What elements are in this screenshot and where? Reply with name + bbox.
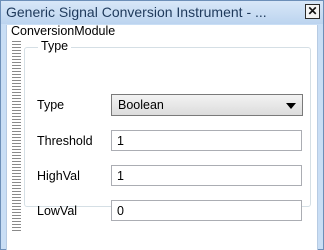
window-title: Generic Signal Conversion Instrument - .… — [6, 4, 267, 20]
highval-label: HighVal — [37, 169, 80, 183]
chevron-down-icon — [286, 103, 296, 109]
threshold-input[interactable] — [111, 130, 302, 151]
lowval-label: LowVal — [37, 204, 78, 218]
type-label: Type — [37, 98, 65, 112]
module-name-label: ConversionModule — [11, 24, 116, 38]
app-window: Generic Signal Conversion Instrument - .… — [0, 0, 324, 250]
collapse-grip[interactable] — [12, 41, 21, 231]
type-dropdown-value: Boolean — [118, 98, 164, 112]
lowval-input[interactable] — [111, 200, 302, 221]
highval-input[interactable] — [111, 165, 302, 186]
type-group-legend: Type — [38, 39, 72, 53]
threshold-label: Threshold — [37, 134, 93, 148]
title-bar[interactable]: Generic Signal Conversion Instrument - .… — [1, 1, 323, 24]
close-button[interactable]: ✕ — [305, 4, 320, 19]
close-icon: ✕ — [307, 4, 318, 18]
type-dropdown[interactable]: Boolean — [111, 94, 303, 116]
